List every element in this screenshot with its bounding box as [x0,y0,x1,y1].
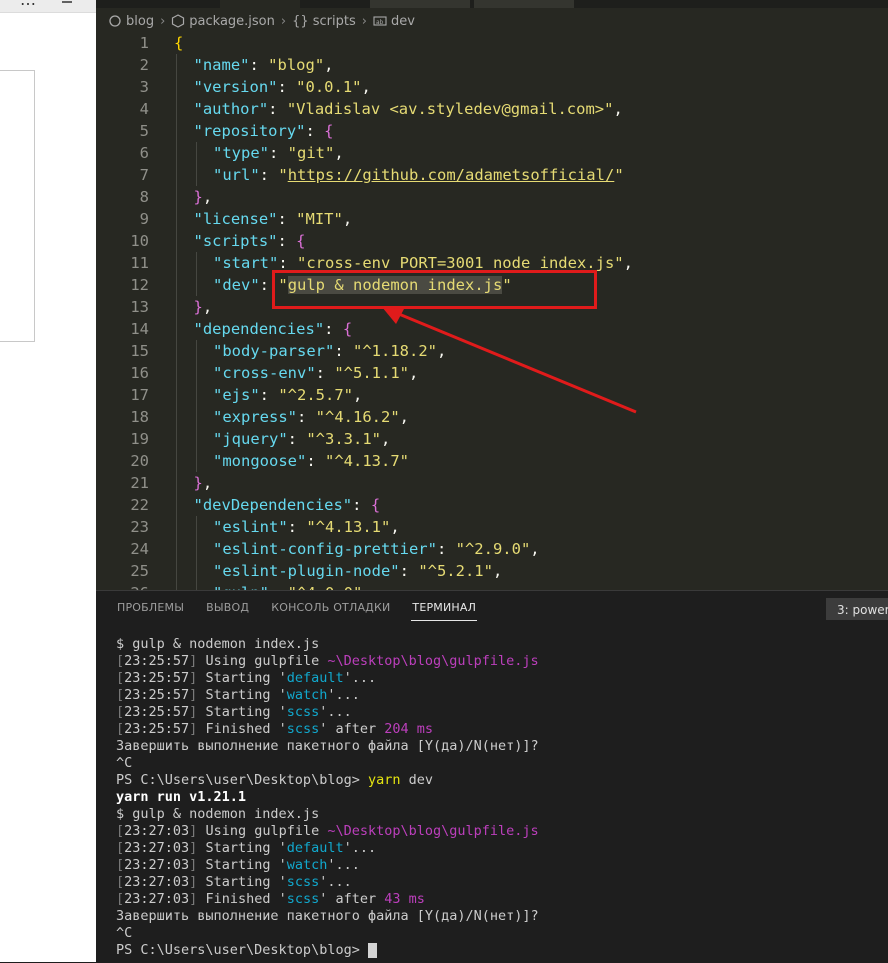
terminal-line: [23:25:57] Starting 'scss'... [116,704,352,720]
terminal-line: yarn run v1.21.1 [116,789,247,805]
tab-problems[interactable]: ПРОБЛЕМЫ [116,599,185,621]
terminal-line: [23:27:03] Starting 'scss'... [116,874,352,890]
left-panel: … [0,0,96,962]
panel-tabs: ПРОБЛЕМЫ ВЫВОД КОНСОЛЬ ОТЛАДКИ ТЕРМИНАЛ [116,599,478,621]
terminal-line: PS C:\Users\user\Desktop\blog> [116,942,876,959]
terminal-line: [23:25:57] Starting 'watch'... [116,687,360,703]
annotation-arrow [382,307,637,414]
terminal-line: [23:27:03] Starting 'watch'... [116,857,360,873]
tab-debug-console[interactable]: КОНСОЛЬ ОТЛАДКИ [270,599,391,621]
terminal-line: [23:25:57] Starting 'default'... [116,670,377,686]
terminal-line: ^C [116,755,133,771]
tab-output[interactable]: ВЫВОД [205,599,250,621]
code-editor[interactable]: blog › package.json › {} scripts › ab de… [96,0,888,590]
tab-terminal[interactable]: ТЕРМИНАЛ [411,599,478,621]
bottom-panel: ПРОБЛЕМЫ ВЫВОД КОНСОЛЬ ОТЛАДКИ ТЕРМИНАЛ … [96,590,888,963]
terminal-line: [23:27:03] Finished 'scss' after 43 ms [116,891,425,907]
terminal-cursor [367,942,377,958]
terminal-line: [23:25:57] Finished 'scss' after 204 ms [116,721,434,737]
terminal-line: Завершить выполнение пакетного файла [Y(… [116,908,539,924]
terminal-line: [23:27:03] Starting 'default'... [116,840,377,856]
terminal-line: [23:25:57] Using gulpfile ~\Desktop\blog… [116,653,539,669]
terminal-select[interactable]: 3: powershell [826,598,888,620]
terminal-line: PS C:\Users\user\Desktop\blog> yarn dev [116,772,433,788]
terminal-line: $ gulp & nodemon index.js [116,806,320,822]
left-toolbar: … [0,0,96,13]
left-content-box [0,70,35,342]
terminal-output[interactable]: $ gulp & nodemon index.js [23:25:57] Usin… [116,636,876,959]
terminal-line: [23:27:03] Using gulpfile ~\Desktop\blog… [116,823,539,839]
download-icon[interactable] [60,0,74,10]
terminal-line: ^C [116,925,133,941]
more-icon[interactable]: … [20,0,37,9]
terminal-line: $ gulp & nodemon index.js [116,636,320,652]
terminal-line: Завершить выполнение пакетного файла [Y(… [116,738,539,754]
